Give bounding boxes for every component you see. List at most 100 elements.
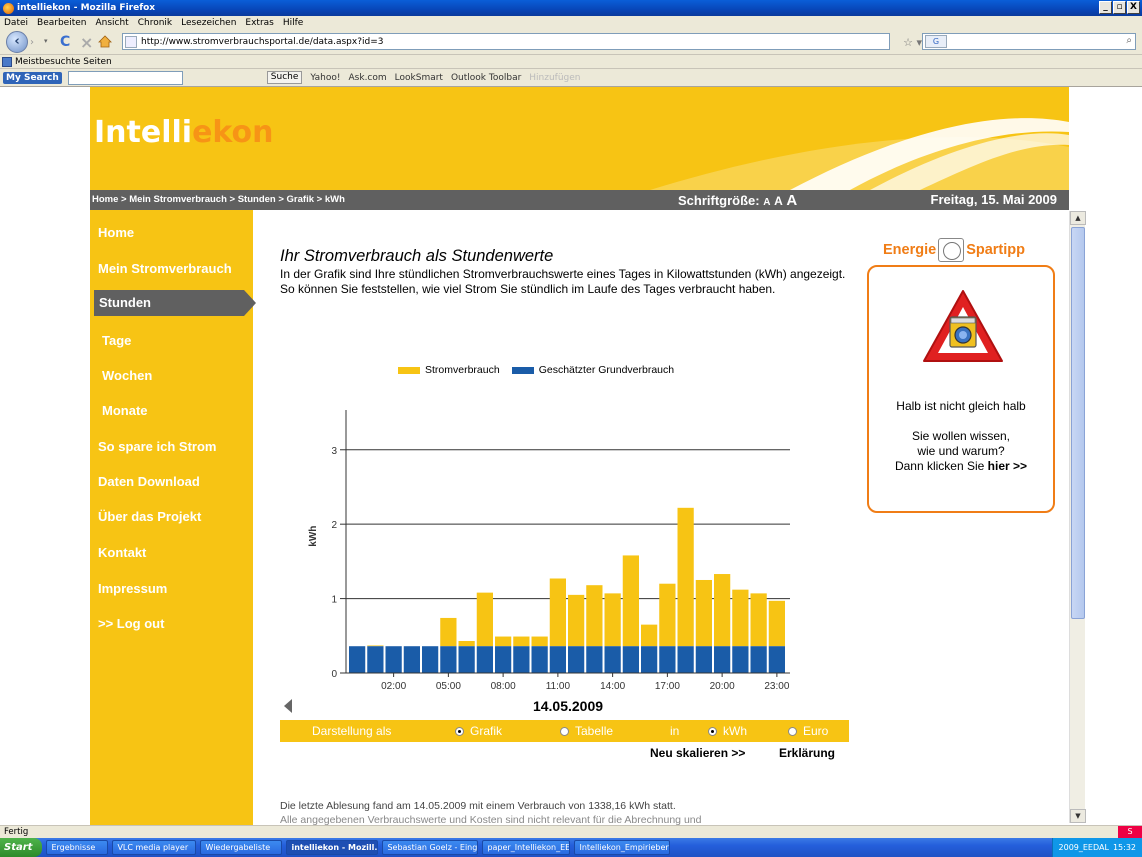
- windows-taskbar: Start Ergebnisse VLC media player Wieder…: [0, 838, 1142, 857]
- menu-datei[interactable]: Datei: [4, 18, 28, 28]
- menu-hilfe[interactable]: Hilfe: [283, 18, 303, 28]
- forward-button[interactable]: ›: [30, 36, 44, 50]
- intelliekon-page: Intelliekon Home > Mein Stromverbrauch >…: [90, 87, 1069, 825]
- stop-button[interactable]: ×: [80, 33, 93, 52]
- minimize-button[interactable]: _: [1099, 1, 1112, 14]
- reload-button[interactable]: C: [60, 34, 70, 50]
- task-email[interactable]: Sebastian Goelz - Eing...: [382, 840, 479, 855]
- start-button[interactable]: Start: [0, 838, 43, 857]
- maximize-button[interactable]: ▫: [1113, 1, 1126, 14]
- scroll-thumb[interactable]: [1071, 227, 1085, 619]
- vertical-scrollbar[interactable]: ▲ ▼: [1069, 211, 1086, 823]
- bookmarks-bar: Meistbesuchte Seiten: [0, 55, 1142, 69]
- option-euro[interactable]: Euro: [788, 724, 828, 738]
- tip-here-link[interactable]: hier >>: [988, 459, 1027, 473]
- site-header: Intelliekon: [90, 87, 1069, 190]
- bookmark-most-visited[interactable]: Meistbesuchte Seiten: [15, 57, 112, 67]
- menu-extras[interactable]: Extras: [245, 18, 273, 28]
- consumption-chart: 0 1 2 3 kWh 02:00 05:00 08:00 11:00 14:00 17:00 20:…: [308, 410, 790, 690]
- sidebar-item-home[interactable]: Home: [98, 225, 134, 240]
- bar-stromverbrauch-2300: [768, 600, 785, 647]
- close-button[interactable]: X: [1127, 1, 1140, 14]
- display-options-bar: Darstellung als Grafik Tabelle in kWh Eu…: [280, 720, 849, 742]
- font-size-large[interactable]: A: [786, 192, 797, 209]
- task-paper[interactable]: paper_Intelliekon_EE...: [482, 840, 571, 855]
- sidebar-item-strom-sparen[interactable]: So spare ich Strom: [98, 439, 216, 454]
- bar-grundverbrauch-1500: [622, 646, 639, 673]
- radio-euro[interactable]: [788, 726, 797, 736]
- radio-grafik[interactable]: [455, 726, 464, 736]
- mysearch-input[interactable]: [67, 70, 183, 85]
- legend-swatch-grundverbrauch: [511, 366, 534, 374]
- sidebar-item-logout[interactable]: >> Log out: [98, 616, 164, 631]
- radio-kwh[interactable]: [708, 726, 717, 736]
- mysearch-submit-button[interactable]: Suche: [266, 71, 303, 84]
- window-title-bar[interactable]: intelliekon - Mozilla Firefox _ ▫ X: [0, 0, 1142, 16]
- breadcrumb[interactable]: Home > Mein Stromverbrauch > Stunden > G…: [92, 194, 345, 205]
- radio-tabelle[interactable]: [560, 726, 569, 736]
- toolbar-ask[interactable]: Ask.com: [349, 73, 387, 83]
- sidebar-item-projekt[interactable]: Über das Projekt: [98, 509, 201, 524]
- menu-chronik[interactable]: Chronik: [138, 18, 172, 28]
- sidebar-item-impressum[interactable]: Impressum: [98, 581, 167, 596]
- back-button[interactable]: ‹: [6, 31, 28, 53]
- legend-item-stromverbrauch: Stromverbrauch: [398, 364, 500, 376]
- task-playlist[interactable]: Wiedergabeliste: [200, 840, 283, 855]
- sidebar-item-mein-stromverbrauch[interactable]: Mein Stromverbrauch: [98, 261, 232, 276]
- url-bar[interactable]: http://www.stromverbrauchsportal.de/data…: [122, 33, 922, 50]
- rescale-link[interactable]: Neu skalieren >>: [650, 746, 745, 760]
- energy-tip-frame[interactable]: Halb ist nicht gleich halb Sie wollen wi…: [867, 265, 1055, 513]
- scroll-down-arrow-icon[interactable]: ▼: [1070, 809, 1086, 823]
- font-size-small[interactable]: A: [763, 197, 770, 208]
- sidebar-item-tage[interactable]: Tage: [102, 333, 131, 348]
- search-icon[interactable]: ⌕: [1126, 35, 1132, 46]
- search-engine-icon[interactable]: G: [925, 35, 947, 48]
- explanation-link[interactable]: Erklärung: [779, 746, 835, 760]
- history-dropdown-icon[interactable]: ▾: [44, 37, 52, 49]
- menu-ansicht[interactable]: Ansicht: [95, 18, 128, 28]
- bookmark-star-icon[interactable]: ☆ ▾: [903, 36, 922, 49]
- toolbar-outlook[interactable]: Outlook Toolbar: [451, 73, 521, 83]
- firefox-icon: [3, 2, 14, 14]
- scroll-up-arrow-icon[interactable]: ▲: [1070, 211, 1086, 225]
- sidebar-item-daten-download[interactable]: Daten Download: [98, 474, 200, 489]
- bar-grundverbrauch-1400: [604, 646, 621, 673]
- sidebar-item-monate[interactable]: Monate: [102, 403, 148, 418]
- y-axis-label: kWh: [308, 526, 319, 547]
- mysearch-logo[interactable]: My Search: [3, 71, 62, 84]
- bar-stromverbrauch-1000: [531, 636, 548, 647]
- task-vlc[interactable]: VLC media player: [112, 840, 197, 855]
- bar-grundverbrauch-1800: [677, 646, 694, 673]
- chart-date: 14.05.2009: [532, 698, 604, 714]
- intelliekon-logo[interactable]: Intelliekon: [94, 115, 274, 150]
- task-empiriebericht[interactable]: Intelliekon_Empirieberi...: [574, 840, 671, 855]
- option-tabelle[interactable]: Tabelle: [560, 724, 613, 738]
- sidebar-item-kontakt[interactable]: Kontakt: [98, 545, 146, 560]
- menu-lesezeichen[interactable]: Lesezeichen: [181, 18, 236, 28]
- task-firefox[interactable]: intelliekon - Mozill...: [286, 840, 379, 855]
- font-size-medium[interactable]: A: [774, 194, 783, 208]
- option-grafik[interactable]: Grafik: [455, 724, 502, 738]
- toolbar-looksmart[interactable]: LookSmart: [395, 73, 443, 83]
- menu-bearbeiten[interactable]: Bearbeiten: [37, 18, 86, 28]
- disclaimer-text: Alle angegebenen Verbrauchswerte und Kos…: [280, 814, 702, 825]
- status-addon-icon[interactable]: S: [1118, 826, 1142, 838]
- toolbar-add[interactable]: Hinzufügen: [529, 73, 580, 83]
- toolbar-yahoo[interactable]: Yahoo!: [310, 73, 340, 83]
- bar-grundverbrauch-1200: [568, 646, 585, 673]
- bar-grundverbrauch-2200: [750, 646, 767, 673]
- web-search-box[interactable]: G ⌕: [922, 33, 1136, 50]
- tray-folder[interactable]: 2009_EEDAL: [1059, 843, 1109, 852]
- smiley-icon: [938, 238, 965, 262]
- y-tick-label-2: 2: [331, 520, 337, 531]
- option-kwh[interactable]: kWh: [708, 724, 747, 738]
- x-tick-label-2: 08:00: [491, 681, 516, 690]
- sidebar-item-wochen[interactable]: Wochen: [102, 368, 152, 383]
- bar-stromverbrauch-1200: [568, 594, 585, 647]
- legend-item-grundverbrauch: Geschätzter Grundverbrauch: [511, 364, 674, 376]
- task-ergebnisse[interactable]: Ergebnisse: [46, 840, 109, 855]
- bar-stromverbrauch-1500: [622, 555, 639, 647]
- home-button[interactable]: [98, 35, 112, 48]
- menu-bar: Datei Bearbeiten Ansicht Chronik Lesezei…: [0, 16, 1142, 29]
- sidebar-item-stunden[interactable]: Stunden: [94, 290, 256, 316]
